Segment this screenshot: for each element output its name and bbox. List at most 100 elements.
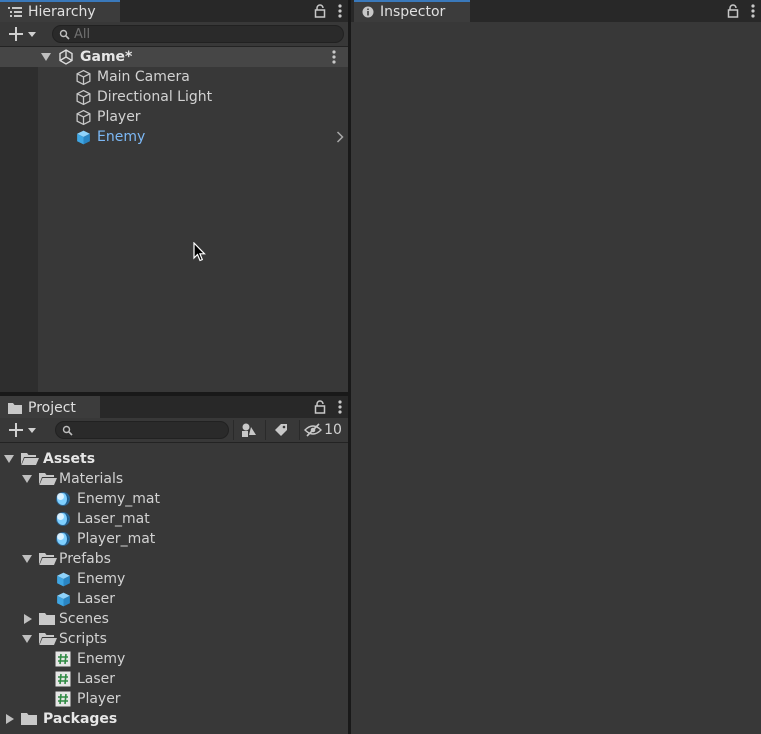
hierarchy-item-directional-light[interactable]: Directional Light <box>0 87 348 107</box>
plus-dropdown-icon <box>9 27 36 41</box>
project-search-input[interactable] <box>73 422 228 438</box>
tree-item-materials[interactable]: Materials <box>0 469 348 489</box>
tree-item-player-script[interactable]: Player <box>0 689 348 709</box>
tree-item-label: Materials <box>59 471 124 487</box>
scene-row[interactable]: Game* <box>0 47 348 67</box>
lock-icon[interactable] <box>727 4 739 18</box>
folder-open-icon <box>39 472 57 486</box>
folder-icon <box>39 612 55 626</box>
csharp-script-icon <box>55 671 71 687</box>
folder-open-icon <box>39 552 57 566</box>
hierarchy-item-label: Player <box>97 109 141 125</box>
folder-open-icon <box>39 632 57 646</box>
lock-icon[interactable] <box>314 4 326 18</box>
info-icon <box>362 6 374 18</box>
foldout-expanded-icon[interactable] <box>22 475 32 483</box>
hierarchy-item-label: Directional Light <box>97 89 213 105</box>
mouse-cursor-icon <box>193 242 206 262</box>
tree-item-label: Assets <box>43 451 96 467</box>
material-icon <box>55 531 71 547</box>
foldout-collapsed-icon[interactable] <box>24 614 32 624</box>
tab-project[interactable]: Project <box>0 396 100 418</box>
hierarchy-list-icon <box>8 6 22 18</box>
hidden-packages-button[interactable]: 10 <box>299 420 346 440</box>
tree-item-enemy-mat[interactable]: Enemy_mat <box>0 489 348 509</box>
search-by-label-button[interactable] <box>265 420 296 440</box>
eye-hidden-icon <box>304 423 323 437</box>
create-button[interactable] <box>6 24 40 44</box>
lock-icon[interactable] <box>314 400 326 414</box>
tree-item-laser-mat[interactable]: Laser_mat <box>0 509 348 529</box>
tree-item-enemy-script[interactable]: Enemy <box>0 649 348 669</box>
folder-open-icon <box>21 452 39 466</box>
hierarchy-item-enemy[interactable]: Enemy <box>0 127 348 147</box>
inspector-content <box>351 22 761 734</box>
tree-item-label: Scripts <box>59 631 107 647</box>
hierarchy-tabbar: Hierarchy <box>0 0 348 22</box>
foldout-expanded-icon[interactable] <box>22 635 32 643</box>
tree-item-player-mat[interactable]: Player_mat <box>0 529 348 549</box>
material-icon <box>55 511 71 527</box>
hierarchy-search-input[interactable] <box>70 26 343 42</box>
foldout-collapsed-icon[interactable] <box>6 714 14 724</box>
hierarchy-item-main-camera[interactable]: Main Camera <box>0 67 348 87</box>
tree-item-label: Laser <box>77 591 116 607</box>
project-tabbar: Project <box>0 396 348 418</box>
tab-project-label: Project <box>28 400 76 416</box>
tree-item-label: Enemy <box>77 651 126 667</box>
tree-item-label: Packages <box>43 711 118 727</box>
tree-item-scenes[interactable]: Scenes <box>0 609 348 629</box>
material-icon <box>55 491 71 507</box>
foldout-expanded-icon[interactable] <box>22 555 32 563</box>
tab-inspector[interactable]: Inspector <box>354 0 470 22</box>
hierarchy-item-label: Enemy <box>97 129 146 145</box>
project-toolbar: 10 <box>0 418 348 443</box>
folder-icon <box>8 402 22 414</box>
project-search[interactable] <box>55 421 229 439</box>
tab-hierarchy-label: Hierarchy <box>28 4 96 20</box>
hierarchy-toolbar <box>0 22 348 47</box>
tree-item-enemy-prefab[interactable]: Enemy <box>0 569 348 589</box>
prefab-icon <box>55 571 72 588</box>
tag-icon <box>275 424 287 436</box>
prefab-icon <box>55 591 72 608</box>
scene-more-icon[interactable] <box>332 50 336 64</box>
hierarchy-item-player[interactable]: Player <box>0 107 348 127</box>
chevron-right-icon[interactable] <box>336 131 344 143</box>
inspector-tabbar: Inspector <box>351 0 761 22</box>
csharp-script-icon <box>55 691 71 707</box>
unity-scene-icon <box>58 49 74 65</box>
search-icon <box>62 425 73 436</box>
tree-item-label: Laser_mat <box>77 511 150 527</box>
create-button[interactable] <box>6 420 40 440</box>
prefab-icon <box>75 129 92 146</box>
project-panel: Project 10 Assets Materials Enemy_mat La… <box>0 396 348 734</box>
gameobject-icon <box>75 109 92 126</box>
csharp-script-icon <box>55 651 71 667</box>
more-options-icon[interactable] <box>338 400 342 414</box>
tree-item-label: Prefabs <box>59 551 111 567</box>
foldout-expanded-icon[interactable] <box>41 53 51 61</box>
tab-hierarchy[interactable]: Hierarchy <box>0 0 120 22</box>
more-options-icon[interactable] <box>338 4 342 18</box>
tab-inspector-label: Inspector <box>380 4 446 20</box>
tree-item-assets[interactable]: Assets <box>0 449 348 469</box>
hierarchy-search[interactable] <box>52 25 344 43</box>
tree-item-laser-script[interactable]: Laser <box>0 669 348 689</box>
hierarchy-panel: Hierarchy Game* <box>0 0 348 392</box>
folder-icon <box>21 712 37 726</box>
tree-item-packages[interactable]: Packages <box>0 709 348 729</box>
tree-item-laser-prefab[interactable]: Laser <box>0 589 348 609</box>
foldout-expanded-icon[interactable] <box>4 455 14 463</box>
tree-item-scripts[interactable]: Scripts <box>0 629 348 649</box>
tree-item-prefabs[interactable]: Prefabs <box>0 549 348 569</box>
tree-item-label: Enemy_mat <box>77 491 160 507</box>
gameobject-icon <box>75 69 92 86</box>
tree-item-label: Player <box>77 691 121 707</box>
search-icon <box>59 29 70 40</box>
search-by-type-button[interactable] <box>233 420 264 440</box>
filter-by-type-icon <box>242 423 256 437</box>
more-options-icon[interactable] <box>751 4 755 18</box>
scene-name: Game* <box>80 49 133 65</box>
inspector-panel: Inspector <box>351 0 761 734</box>
